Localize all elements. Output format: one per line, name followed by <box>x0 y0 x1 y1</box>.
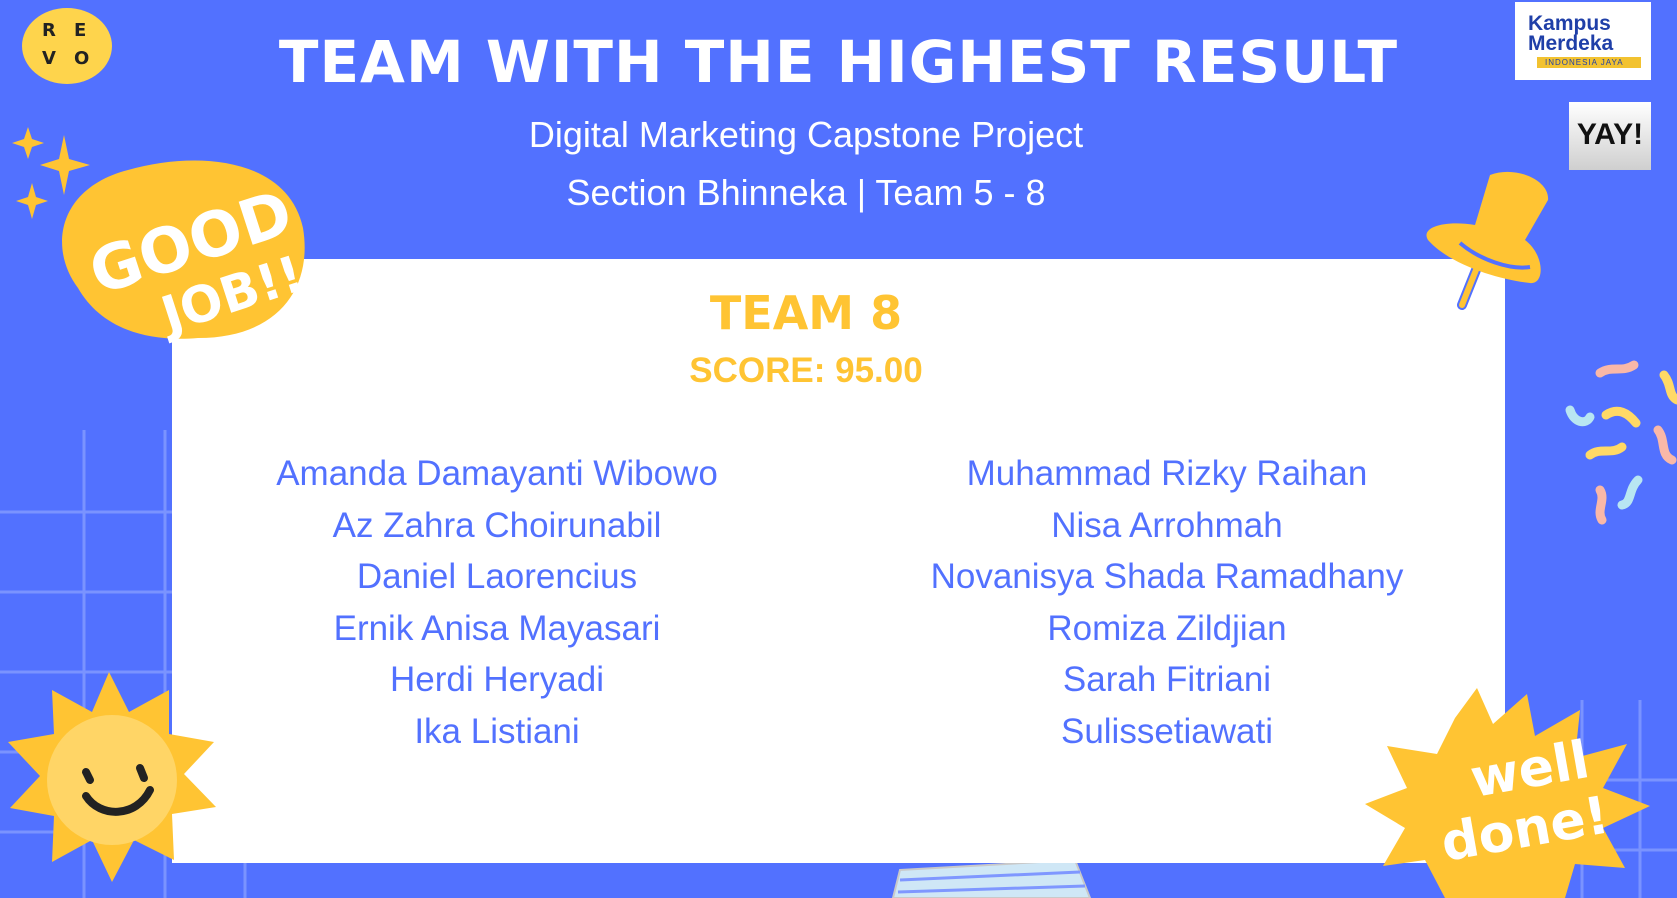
revo-logo-letter: R <box>42 20 56 41</box>
page-title: TEAM WITH THE HIGHEST RESULT <box>278 28 1399 96</box>
member-name: Herdi Heryadi <box>390 660 604 699</box>
member-name: Daniel Laorencius <box>356 557 638 596</box>
smiling-sun-icon <box>8 672 216 882</box>
yay-text: YAY! <box>1576 118 1644 151</box>
revo-logo-letter: V <box>42 48 56 69</box>
member-name: Az Zahra Choirunabil <box>332 505 662 545</box>
kampus-merdeka-line2: Merdeka <box>1528 32 1614 55</box>
confetti-squiggles <box>1565 360 1677 525</box>
good-job-sticker: GOOD JOB!! <box>62 160 310 345</box>
members-left-column: Amanda Damayanti Wibowo Az Zahra Choirun… <box>187 448 807 757</box>
push-pin-icon <box>1426 171 1549 310</box>
revo-logo-letter: O <box>74 48 90 69</box>
member-name: Amanda Damayanti Wibowo <box>276 454 718 493</box>
well-done-sticker: well done! <box>1365 688 1650 898</box>
member-name: Muhammad Rizky Raihan <box>966 454 1368 493</box>
member-name: Romiza Zildjian <box>1047 608 1287 648</box>
member-name: Ika Listiani <box>414 711 580 751</box>
kampus-merdeka-logo: Kampus Merdeka INDONESIA JAYA <box>1515 2 1651 80</box>
revo-logo: R E V O <box>22 8 112 84</box>
member-name: Ernik Anisa Mayasari <box>333 608 661 648</box>
kampus-merdeka-tagline: INDONESIA JAYA <box>1545 58 1624 67</box>
winning-team-score: SCORE: 95.00 <box>689 351 923 390</box>
slide: TEAM WITH THE HIGHEST RESULT Digital Mar… <box>0 0 1677 898</box>
revo-logo-letter: E <box>74 20 87 41</box>
yay-sticker: YAY! <box>1569 102 1651 170</box>
member-name: Nisa Arrohmah <box>1051 505 1283 545</box>
member-name: Novanisya Shada Ramadhany <box>930 557 1404 596</box>
